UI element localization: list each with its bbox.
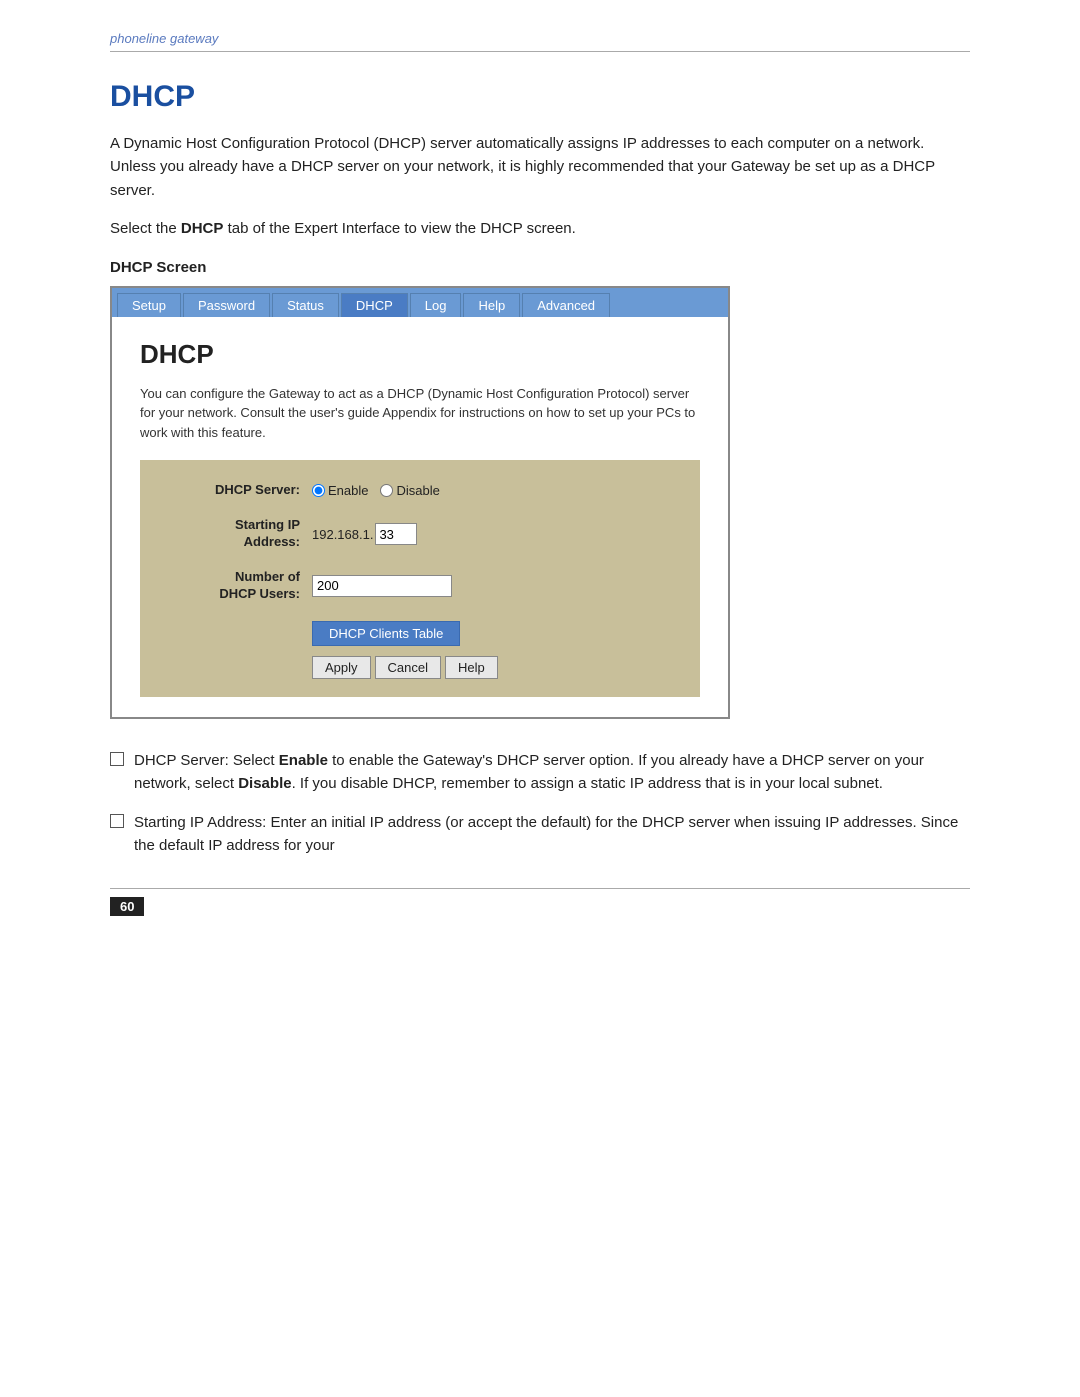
num-users-row: Number ofDHCP Users:: [160, 569, 680, 603]
dhcp-server-options: Enable Disable: [312, 483, 440, 498]
form-area: DHCP Server: Enable Disable St: [140, 460, 700, 696]
page-title: DHCP: [110, 80, 970, 114]
tab-advanced[interactable]: Advanced: [522, 293, 610, 317]
help-button[interactable]: Help: [445, 656, 498, 679]
screen-label: DHCP Screen: [110, 259, 970, 276]
bullet-text-2: Starting IP Address: Enter an initial IP…: [134, 811, 970, 858]
bullet-text-1: DHCP Server: Select Enable to enable the…: [134, 749, 970, 796]
disable-radio-label[interactable]: Disable: [380, 483, 439, 498]
tab-status[interactable]: Status: [272, 293, 339, 317]
disable-label: Disable: [396, 483, 439, 498]
screen-description: You can configure the Gateway to act as …: [140, 384, 700, 443]
dhcp-screen-box: Setup Password Status DHCP Log Help Adva…: [110, 286, 730, 719]
tab-password[interactable]: Password: [183, 293, 270, 317]
num-users-label: Number ofDHCP Users:: [160, 569, 300, 603]
brand-link[interactable]: phoneline gateway: [110, 31, 218, 46]
dhcp-server-label: DHCP Server:: [160, 482, 300, 499]
disable-radio[interactable]: [380, 484, 393, 497]
screen-page-title: DHCP: [140, 339, 700, 370]
header: phoneline gateway: [110, 30, 970, 52]
select-text: Select the DHCP tab of the Expert Interf…: [110, 220, 970, 237]
tab-log[interactable]: Log: [410, 293, 462, 317]
tab-help[interactable]: Help: [463, 293, 520, 317]
ip-field-group: 192.168.1.: [312, 523, 417, 545]
tab-dhcp[interactable]: DHCP: [341, 293, 408, 317]
apply-button[interactable]: Apply: [312, 656, 371, 679]
bullet-icon-2: [110, 814, 124, 828]
intro-text: A Dynamic Host Configuration Protocol (D…: [110, 132, 970, 202]
dhcp-server-row: DHCP Server: Enable Disable: [160, 482, 680, 499]
select-bold: DHCP: [181, 220, 224, 237]
bullet-list: DHCP Server: Select Enable to enable the…: [110, 749, 970, 858]
footer: 60: [110, 888, 970, 916]
enable-label: Enable: [328, 483, 368, 498]
page-number: 60: [110, 897, 144, 916]
tab-setup[interactable]: Setup: [117, 293, 181, 317]
screen-content: DHCP You can configure the Gateway to ac…: [112, 317, 728, 717]
ip-prefix: 192.168.1.: [312, 527, 373, 542]
starting-ip-label: Starting IPAddress:: [160, 517, 300, 551]
enable-radio[interactable]: [312, 484, 325, 497]
clients-table-button[interactable]: DHCP Clients Table: [312, 621, 460, 646]
cancel-button[interactable]: Cancel: [375, 656, 441, 679]
bullet-icon-1: [110, 752, 124, 766]
list-item: DHCP Server: Select Enable to enable the…: [110, 749, 970, 796]
starting-ip-row: Starting IPAddress: 192.168.1.: [160, 517, 680, 551]
ip-input[interactable]: [375, 523, 417, 545]
users-input[interactable]: [312, 575, 452, 597]
action-buttons: Apply Cancel Help: [312, 656, 680, 679]
enable-strong: Enable: [279, 752, 328, 769]
list-item: Starting IP Address: Enter an initial IP…: [110, 811, 970, 858]
enable-radio-label[interactable]: Enable: [312, 483, 368, 498]
nav-tabs: Setup Password Status DHCP Log Help Adva…: [112, 288, 728, 317]
disable-strong: Disable: [238, 775, 291, 792]
